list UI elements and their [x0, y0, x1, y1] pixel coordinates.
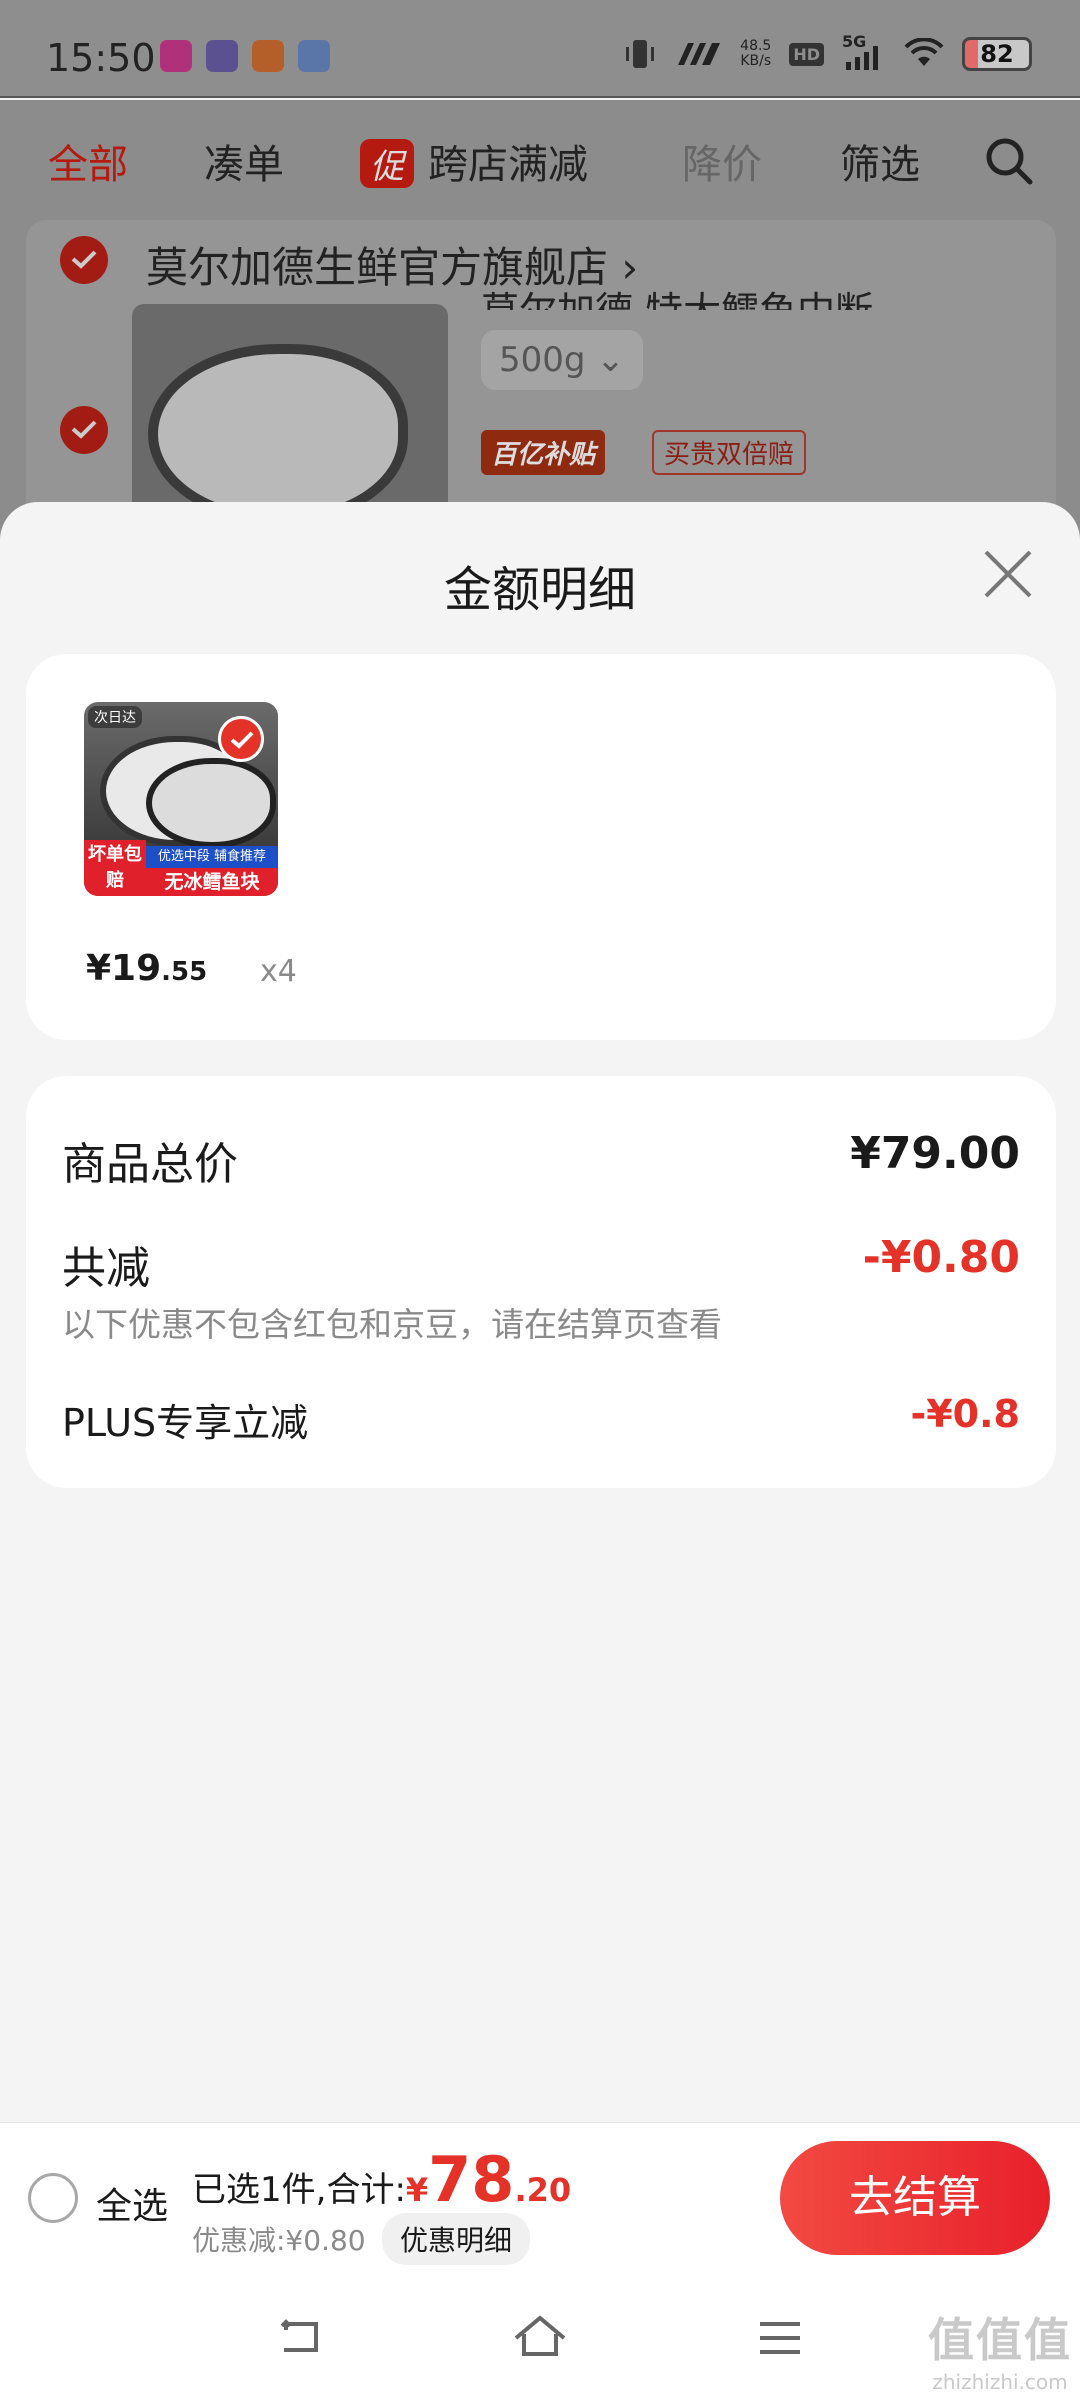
fish-image	[148, 344, 408, 524]
close-icon	[984, 550, 1032, 598]
price-breakdown-card: 商品总价 ¥79.00 共减 -¥0.80 以下优惠不包含红包和京豆，请在结算页…	[26, 1076, 1056, 1488]
back-icon[interactable]	[272, 2310, 328, 2366]
menu-icon[interactable]	[752, 2310, 808, 2366]
select-all-label[interactable]: 全选	[96, 2177, 168, 2229]
discount-detail-button[interactable]: 优惠明细	[382, 2213, 531, 2265]
product-checkbox[interactable]	[60, 406, 108, 454]
guarantee-tag: 买贵双倍赔	[652, 430, 807, 475]
tab-filter[interactable]: 筛选	[840, 132, 920, 190]
total-summary: 已选1件,合计:¥78.20	[192, 2143, 572, 2216]
check-icon	[230, 731, 254, 749]
app-notification-icon	[160, 40, 192, 72]
total-price-value: ¥79.00	[850, 1128, 1020, 1179]
checkout-bar: 全选 已选1件,合计:¥78.20 优惠减:¥0.80 优惠明细 去结算	[0, 2122, 1080, 2272]
store-checkbox[interactable]	[60, 236, 108, 284]
discount-value: -¥0.80	[862, 1232, 1020, 1283]
status-indicators: 48.5 KB/s HD 5G 82	[622, 32, 1032, 72]
product-title[interactable]: 莫尔加德 特大鳕鱼中断	[481, 280, 1041, 310]
selected-items-card: 次日达 坏单包赔 优选中段 辅食推荐 无冰鳕鱼块 ¥19.55 x4	[26, 654, 1056, 1040]
search-icon[interactable]	[984, 136, 1034, 186]
thumb-sub-label: 优选中段 辅食推荐	[146, 846, 278, 868]
app-notification-icon	[298, 40, 330, 72]
discount-note: 以下优惠不包含红包和京豆，请在结算页查看	[62, 1305, 722, 1344]
discount-summary: 优惠减:¥0.80	[192, 2224, 366, 2257]
amount-detail-sheet: 金额明细 次日达 坏单包赔 优选中段 辅食推荐 无冰鳕鱼块 ¥19.55 x4 …	[0, 502, 1080, 2122]
tab-bundle[interactable]: 凑单	[204, 132, 284, 190]
check-icon	[71, 250, 97, 269]
hd-icon: HD	[789, 42, 824, 66]
network-speed: 48.5 KB/s	[740, 38, 772, 69]
item-selected-check	[218, 716, 264, 762]
signal-icon: 5G	[842, 32, 886, 72]
app-notification-icon	[206, 40, 238, 72]
status-time: 15:50	[46, 36, 156, 80]
sheet-title: 金额明细	[443, 562, 636, 618]
wifi-icon	[904, 38, 944, 66]
app-notification-icon	[252, 40, 284, 72]
cart-tabs: 全部 凑单 促跨店满减 降价 筛选	[0, 100, 1080, 220]
checkout-button[interactable]: 去结算	[780, 2141, 1050, 2255]
thumb-guarantee-label: 坏单包赔	[84, 840, 146, 896]
plus-discount-value: -¥0.8	[910, 1392, 1020, 1436]
total-amount: 78	[428, 2143, 515, 2216]
watermark: 值值值 zhizhizhi.com	[928, 2313, 1072, 2394]
plus-discount-label: PLUS专享立减	[62, 1401, 309, 1445]
subsidy-tag: 百亿补贴	[481, 430, 606, 475]
tab-all[interactable]: 全部	[48, 132, 128, 190]
home-icon[interactable]	[512, 2310, 568, 2366]
thumb-delivery-badge: 次日达	[88, 706, 142, 728]
discount-label: 共减	[62, 1243, 150, 1294]
close-button[interactable]	[980, 546, 1036, 602]
tab-cross-store-label: 跨店满减	[428, 142, 588, 188]
vibrate-icon	[626, 40, 655, 68]
tab-price-drop[interactable]: 降价	[682, 132, 762, 190]
chevron-down-icon: ⌄	[596, 340, 625, 380]
item-thumbnail[interactable]: 次日达 坏单包赔 优选中段 辅食推荐 无冰鳕鱼块	[84, 702, 278, 896]
notification-icons	[160, 40, 330, 72]
system-nav-bar: 值值值 zhizhizhi.com	[0, 2272, 1080, 2400]
item-quantity: x4	[260, 954, 297, 989]
total-price-label: 商品总价	[62, 1139, 238, 1190]
item-price: ¥19.55	[86, 948, 208, 989]
carrier-logo-icon	[678, 43, 721, 65]
select-all-checkbox[interactable]	[28, 2173, 78, 2223]
fish-image	[146, 758, 276, 848]
spec-selector[interactable]: 500g ⌄	[481, 330, 643, 390]
cart-background: 全部 凑单 促跨店满减 降价 筛选 莫尔加德生鲜官方旗舰店 › 莫尔加德 特大鳕…	[0, 100, 1080, 560]
status-bar: 15:50 48.5 KB/s HD 5G 82	[0, 0, 1080, 98]
thumb-main-label: 无冰鳕鱼块	[146, 868, 278, 896]
tab-cross-store[interactable]: 促跨店满减	[360, 132, 588, 190]
promo-badge: 促	[360, 139, 414, 188]
battery-icon: 82	[962, 37, 1032, 71]
check-icon	[71, 420, 97, 439]
